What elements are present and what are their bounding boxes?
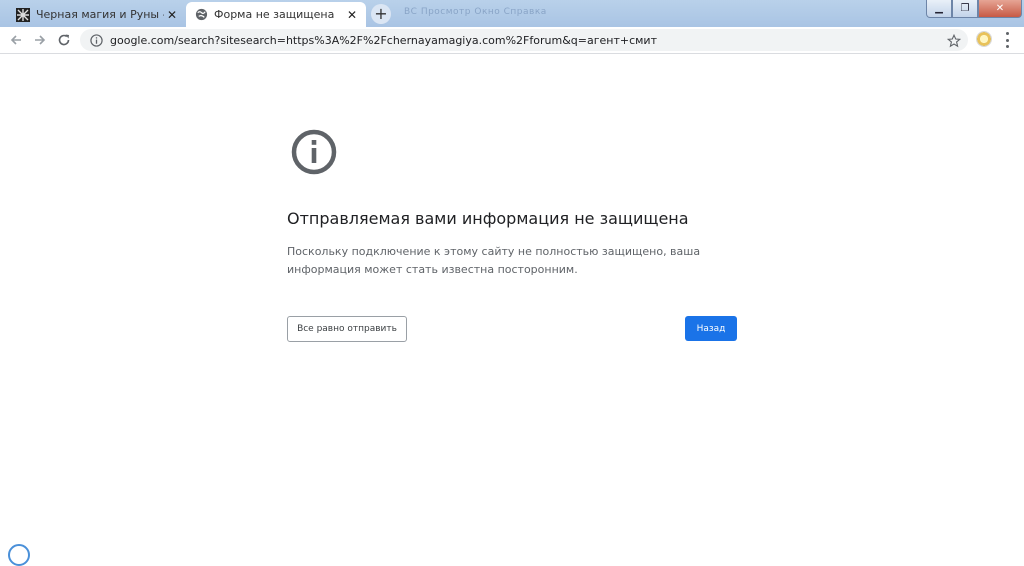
info-icon [291, 129, 337, 175]
page-description: Поскольку подключение к этому сайту не п… [287, 245, 701, 276]
background-menu-text: ВС Просмотр Окно Справка [404, 7, 547, 17]
maximize-button[interactable]: ❐ [952, 0, 978, 18]
window-controls: ▁ ❐ ✕ [926, 0, 1022, 18]
reload-icon[interactable] [55, 31, 73, 49]
close-tab-icon[interactable]: ✕ [164, 7, 180, 23]
back-icon[interactable] [7, 31, 25, 49]
tab-black-magic[interactable]: Черная магия и Руны - Главная ✕ [8, 2, 186, 27]
rune-icon [16, 7, 30, 22]
browser-toolbar: google.com/search?sitesearch=https%3A%2F… [0, 27, 1024, 54]
tab-title: Форма не защищена [214, 8, 335, 21]
close-window-button[interactable]: ✕ [978, 0, 1022, 18]
site-info-icon[interactable] [88, 32, 104, 48]
close-tab-icon[interactable]: ✕ [344, 7, 360, 23]
forward-icon[interactable] [31, 31, 49, 49]
minimize-button[interactable]: ▁ [926, 0, 952, 18]
tab-form-not-secure[interactable]: Форма не защищена ✕ [186, 2, 366, 27]
taskbar-logo-icon [8, 544, 30, 566]
title-bar: Черная магия и Руны - Главная ✕ Форма не… [0, 0, 1024, 27]
page-title: Отправляемая вами информация не защищена [287, 209, 689, 228]
extension-icon[interactable] [976, 31, 992, 47]
tab-title: Черная магия и Руны - Главная [36, 8, 164, 21]
new-tab-button[interactable]: + [371, 4, 391, 24]
url-text: google.com/search?sitesearch=https%3A%2F… [110, 33, 657, 47]
globe-icon [194, 8, 208, 22]
back-button[interactable]: Назад [685, 316, 737, 341]
send-anyway-button[interactable]: Все равно отправить [287, 316, 407, 342]
menu-icon[interactable] [1003, 32, 1011, 48]
address-bar[interactable]: google.com/search?sitesearch=https%3A%2F… [80, 29, 968, 51]
bookmark-star-icon[interactable] [946, 33, 962, 48]
